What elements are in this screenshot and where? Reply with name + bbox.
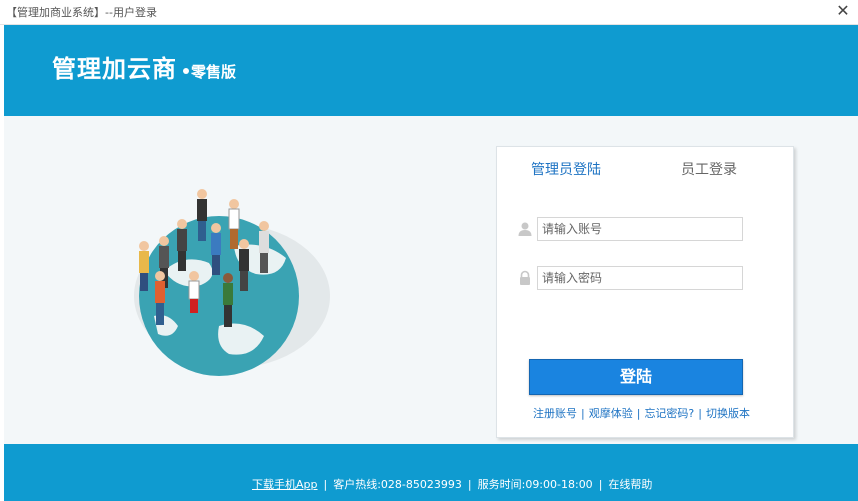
title-bar: 【管理加商业系统】--用户登录 ✕	[0, 0, 858, 25]
login-button[interactable]: 登陆	[529, 359, 743, 395]
logo-dot-icon	[183, 67, 189, 74]
register-link[interactable]: 注册账号	[533, 407, 577, 420]
header-banner: 管理加云商 零售版	[4, 25, 858, 116]
footer-bar: 下载手机App | 客户热线:028-85023993 | 服务时间:09:00-18:…	[4, 444, 858, 501]
demo-link[interactable]: 观摩体验	[589, 407, 633, 420]
tab-admin-login[interactable]: 管理员登陆	[531, 159, 601, 179]
hotline-text: 客户热线:028-85023993	[333, 478, 462, 491]
brand-logo: 管理加云商 零售版	[52, 49, 236, 84]
logo-main-text: 管理加云商	[52, 55, 177, 83]
user-icon	[518, 222, 532, 236]
forgot-password-link[interactable]: 忘记密码?	[644, 407, 694, 420]
people-globe-illustration	[134, 189, 330, 376]
download-app-link[interactable]: 下载手机App	[252, 478, 318, 491]
lock-icon	[520, 270, 530, 285]
main-content: 管理员登陆 员工登录 登陆 注册账号|观摩体验|忘记密码?|切换版本	[4, 116, 858, 444]
online-help-link[interactable]: 在线帮助	[608, 478, 652, 491]
footer-info: 下载手机App | 客户热线:028-85023993 | 服务时间:09:00-18:…	[252, 478, 653, 491]
username-input[interactable]	[537, 217, 743, 241]
login-panel: 管理员登陆 员工登录 登陆 注册账号|观摩体验|忘记密码?|切换版本	[496, 146, 794, 438]
service-hours-text: 服务时间:09:00-18:00	[477, 478, 593, 491]
logo-sub-text: 零售版	[191, 63, 237, 81]
close-icon[interactable]: ✕	[834, 2, 852, 20]
login-links: 注册账号 | 观摩体验 | 忘记密码? | 切换版本	[533, 407, 750, 420]
tab-staff-login[interactable]: 员工登录	[681, 159, 737, 179]
window-title: 【管理加商业系统】--用户登录	[6, 6, 157, 19]
switch-version-link[interactable]: 切换版本	[706, 407, 750, 420]
password-input[interactable]	[537, 266, 743, 290]
username-field	[517, 217, 743, 241]
password-field	[517, 266, 743, 290]
